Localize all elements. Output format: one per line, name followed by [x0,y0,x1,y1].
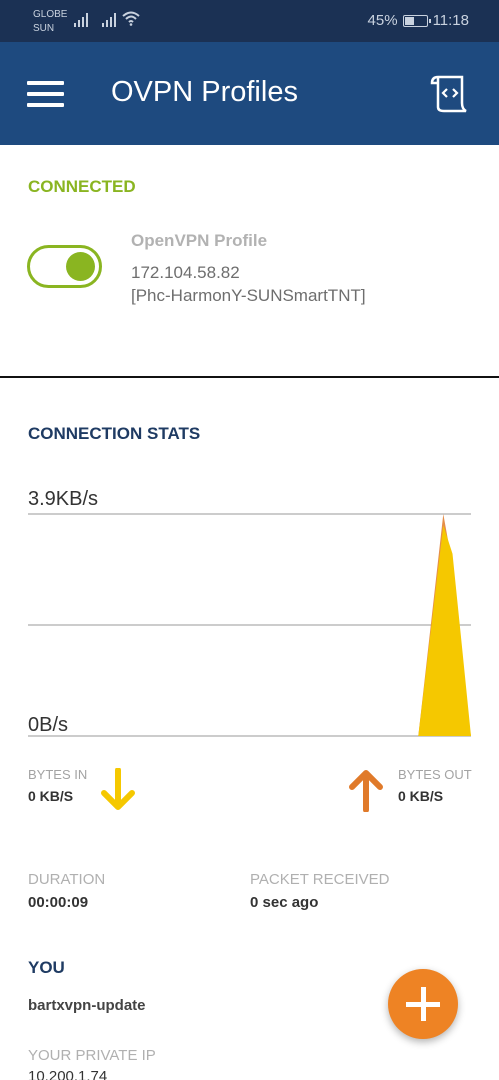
wifi-icon [122,11,140,26]
battery-percent: 45% [367,12,398,29]
profile-name: OpenVPN Profile [131,231,268,250]
connection-status-label: CONNECTED [28,177,136,196]
arrow-up-icon [349,770,383,812]
app-bar: OVPN Profiles [0,42,499,145]
private-ip-value: 10.200.1.74 [28,1068,108,1080]
hamburger-menu-icon[interactable] [27,81,64,107]
signal-icon-2 [102,13,116,27]
page-title: OVPN Profiles [111,76,298,108]
clock: 11:18 [432,12,469,29]
bytes-in-value: 0 KB/S [28,788,74,804]
signal-icon [74,13,88,27]
status-bar: GLOBE SUN 45% 11:18 [0,0,499,42]
username: bartxvpn-update [28,997,146,1014]
server-ip: 172.104.58.82 [131,263,240,282]
bytes-out-label: BYTES OUT [398,767,472,782]
carrier-1: GLOBE [33,9,68,20]
vpn-toggle[interactable] [27,245,102,288]
toggle-knob [66,252,95,281]
arrow-down-icon [101,768,135,810]
packet-received-label: PACKET RECEIVED [250,871,390,888]
carrier-2: SUN [33,23,55,34]
traffic-chart [28,513,471,737]
chart-ymax-label: 3.9KB/s [28,488,99,510]
add-profile-button[interactable] [388,969,458,1039]
bytes-in-label: BYTES IN [28,767,88,782]
bytes-out-value: 0 KB/S [398,788,444,804]
duration-value: 00:00:09 [28,894,89,911]
script-code-icon[interactable] [430,73,470,113]
private-ip-label: YOUR PRIVATE IP [28,1047,156,1064]
status-right: 45% 11:18 [368,12,469,29]
chart-series-0 [28,525,471,736]
server-name: [Phc-HarmonY-SUNSmartTNT] [131,286,366,305]
you-heading: YOU [28,958,65,977]
chart-ymin-label: 0B/s [28,714,69,736]
battery-icon [402,14,431,27]
duration-label: DURATION [28,871,106,888]
connection-stats-heading: CONNECTION STATS [28,424,201,443]
section-divider [0,376,499,378]
packet-received-value: 0 sec ago [250,894,319,911]
carrier-names: GLOBE SUN [33,8,67,36]
